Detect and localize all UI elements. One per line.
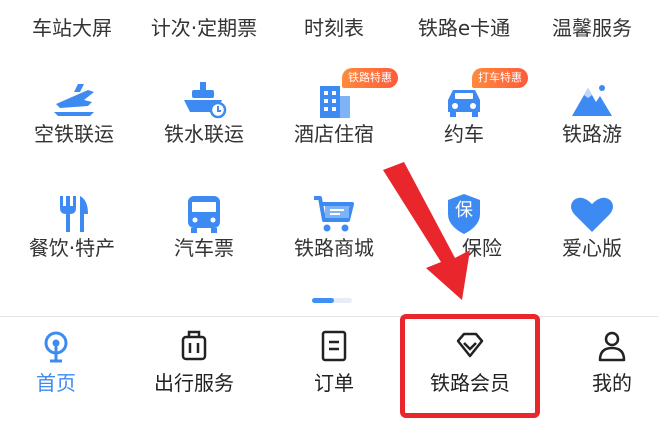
- pointer-arrow-annotation: [383, 162, 470, 300]
- app-screen: 车站大屏 计次·定期票 时刻表 铁路e卡通 温馨服务 空铁联运 铁水联运 铁路特…: [0, 0, 658, 425]
